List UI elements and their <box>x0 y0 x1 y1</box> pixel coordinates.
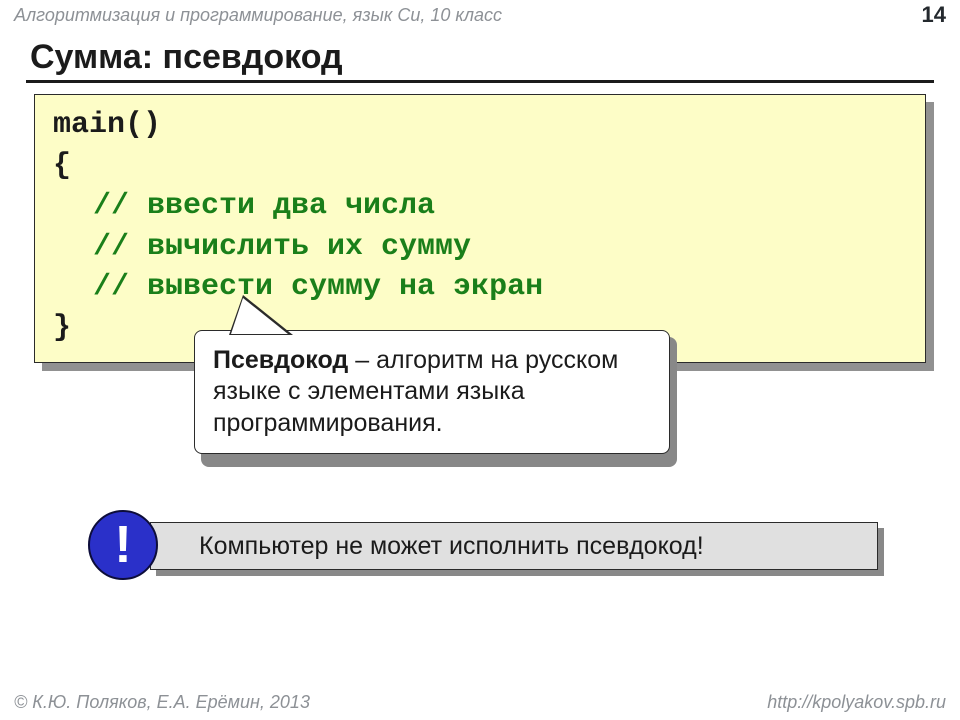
title-underline <box>26 80 934 83</box>
alert-bar: Компьютер не может исполнить псевдокод! <box>150 522 878 570</box>
footer-bar: © К.Ю. Поляков, Е.А. Ерёмин, 2013 http:/… <box>0 690 960 720</box>
exclamation-icon: ! <box>88 510 158 580</box>
code-line: { <box>53 146 907 187</box>
header-bar: Алгоритмизация и программирование, язык … <box>0 0 960 30</box>
code-comment: // вычислить их сумму <box>53 227 907 268</box>
footer-authors: © К.Ю. Поляков, Е.А. Ерёмин, 2013 <box>14 692 310 713</box>
callout-term: Псевдокод <box>213 346 348 374</box>
course-title: Алгоритмизация и программирование, язык … <box>14 5 502 26</box>
code-comment: // ввести два числа <box>53 186 907 227</box>
slide-title: Сумма: псевдокод <box>30 38 343 77</box>
code-comment: // вывести сумму на экран <box>53 267 907 308</box>
definition-callout: Псевдокод – алгоритм на русском языке с … <box>194 330 670 454</box>
footer-url: http://kpolyakov.spb.ru <box>767 692 946 713</box>
code-content: main() { // ввести два числа // вычислит… <box>34 94 926 363</box>
badge-glyph: ! <box>114 519 131 571</box>
alert-text: Компьютер не может исполнить псевдокод! <box>199 532 704 561</box>
page-number: 14 <box>922 2 946 28</box>
code-block: main() { // ввести два числа // вычислит… <box>34 94 926 363</box>
callout-box: Псевдокод – алгоритм на русском языке с … <box>194 330 670 454</box>
alert: Компьютер не может исполнить псевдокод! … <box>88 518 879 576</box>
code-line: main() <box>53 105 907 146</box>
